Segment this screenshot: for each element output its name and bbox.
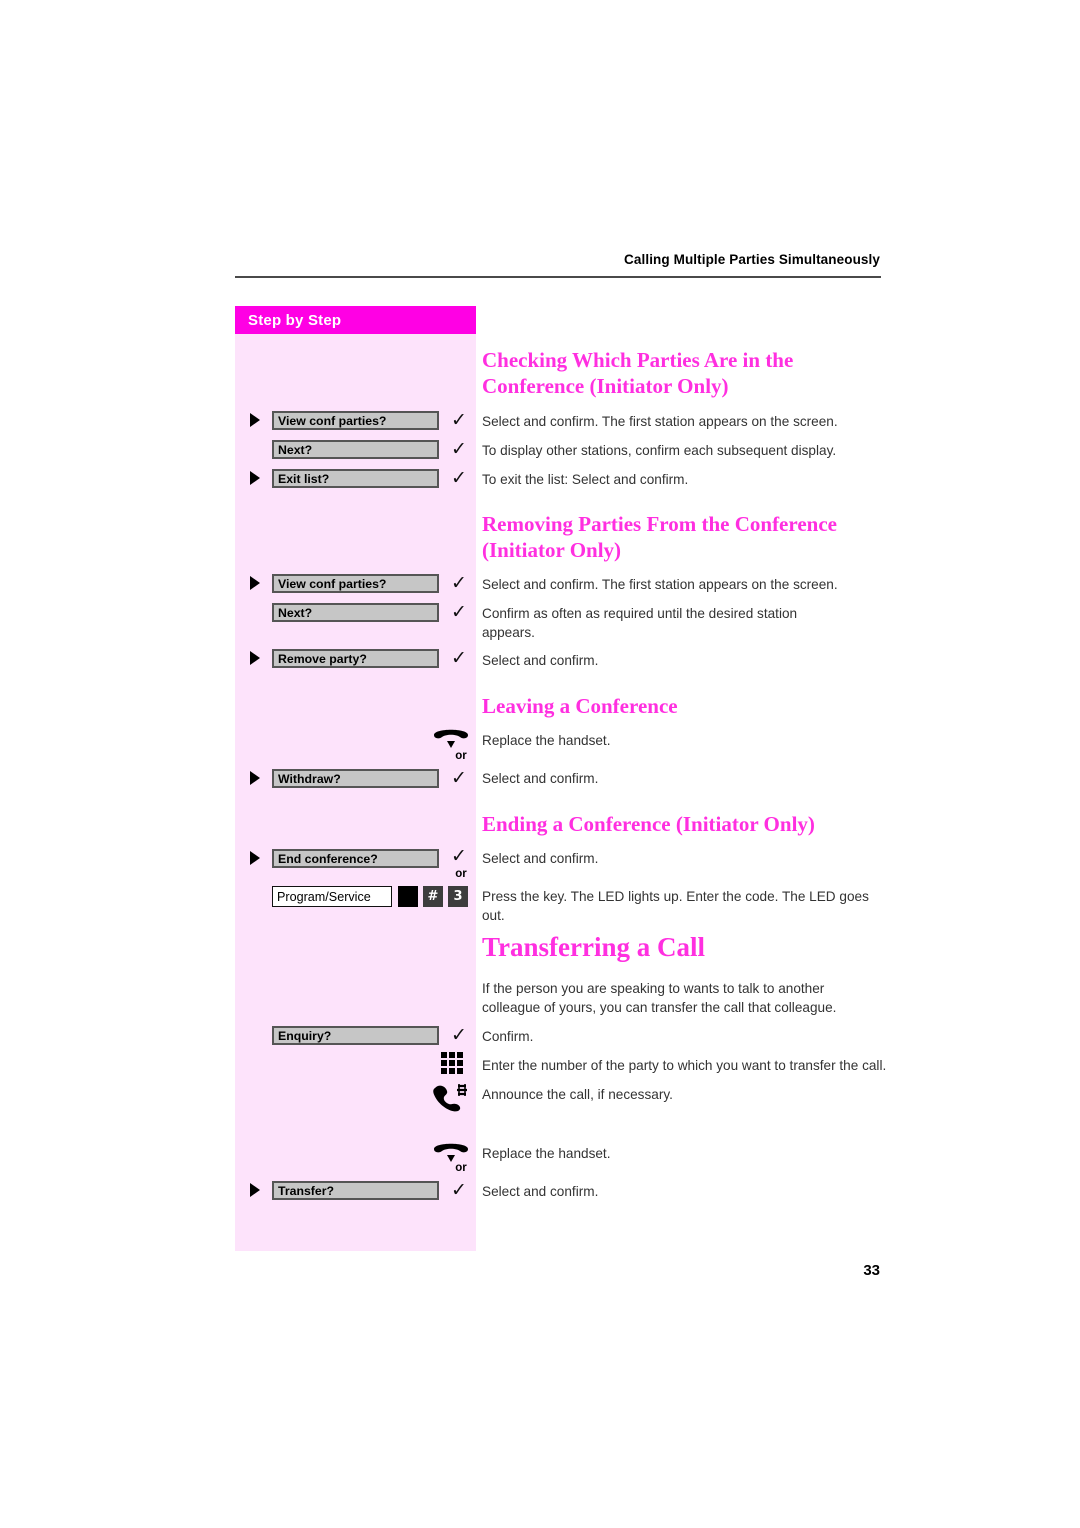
feature-key-program-service[interactable]: Program/Service (272, 886, 392, 907)
bullet-triangle-icon (250, 576, 260, 590)
step-text-checking-1: Select and confirm. The first station ap… (482, 414, 838, 429)
step-text-checking-2: To display other stations, confirm each … (482, 443, 837, 458)
bullet-triangle-icon (250, 771, 260, 785)
softkey-next-2[interactable]: Next? (272, 603, 439, 622)
step-text-checking-3: To exit the list: Select and confirm. (482, 472, 689, 487)
bullet-triangle-icon (250, 651, 260, 665)
check-icon: ✓ (451, 438, 467, 460)
step-text-transfer-1: Confirm. (482, 1029, 534, 1044)
running-head: Calling Multiple Parties Simultaneously (624, 252, 880, 267)
step-text-removing-3: Select and confirm. (482, 653, 599, 668)
step-text-leaving-1: Replace the handset. (482, 733, 611, 748)
or-separator: or (455, 750, 467, 762)
softkey-end-conference[interactable]: End conference? (272, 849, 439, 868)
led-indicator-icon (398, 886, 418, 907)
bullet-triangle-icon (250, 851, 260, 865)
handset-down-icon (430, 1140, 472, 1164)
step-text-removing-1: Select and confirm. The first station ap… (482, 577, 838, 592)
check-icon: ✓ (451, 1024, 467, 1046)
keypad-icon (441, 1052, 469, 1080)
check-icon: ✓ (451, 767, 467, 789)
step-text-transfer-5: Select and confirm. (482, 1184, 599, 1199)
check-icon: ✓ (451, 1179, 467, 1201)
softkey-enquiry[interactable]: Enquiry? (272, 1026, 439, 1045)
check-icon: ✓ (451, 572, 467, 594)
softkey-view-conf-parties-2[interactable]: View conf parties? (272, 574, 439, 593)
check-icon: ✓ (451, 647, 467, 669)
step-text-ending-1: Select and confirm. (482, 851, 599, 866)
step-text-removing-2: Confirm as often as required until the d… (482, 606, 798, 640)
bullet-triangle-icon (250, 471, 260, 485)
page-number: 33 (863, 1262, 880, 1279)
header-rule (235, 276, 881, 278)
softkey-exit-list[interactable]: Exit list? (272, 469, 439, 488)
check-icon: ✓ (451, 601, 467, 623)
or-separator: or (455, 868, 467, 880)
softkey-remove-party[interactable]: Remove party? (272, 649, 439, 668)
handset-announce-icon (432, 1082, 472, 1112)
section-heading-checking-parties: Checking Which Parties Are in the Confer… (482, 348, 794, 398)
bullet-triangle-icon (250, 413, 260, 427)
step-text-transfer-4: Replace the handset. (482, 1146, 611, 1161)
code-key-3[interactable]: 3 (448, 886, 468, 907)
softkey-withdraw[interactable]: Withdraw? (272, 769, 439, 788)
step-by-step-banner: Step by Step (235, 306, 476, 334)
code-key-hash[interactable]: # (423, 886, 443, 907)
check-icon: ✓ (451, 845, 467, 867)
step-text-transfer-3: Announce the call, if necessary. (482, 1087, 673, 1102)
manual-page: Calling Multiple Parties Simultaneously … (0, 0, 1080, 1528)
softkey-view-conf-parties[interactable]: View conf parties? (272, 411, 439, 430)
section-intro-transferring: If the person you are speaking to wants … (482, 981, 837, 1015)
check-icon: ✓ (451, 409, 467, 431)
softkey-next-1[interactable]: Next? (272, 440, 439, 459)
section-heading-removing-parties: Removing Parties From the Conference (In… (482, 512, 837, 562)
or-separator: or (455, 1162, 467, 1174)
check-icon: ✓ (451, 467, 467, 489)
section-heading-leaving-conference: Leaving a Conference (482, 694, 678, 718)
softkey-transfer[interactable]: Transfer? (272, 1181, 439, 1200)
step-text-transfer-2: Enter the number of the party to which y… (482, 1058, 887, 1073)
step-text-ending-2: Press the key. The LED lights up. Enter … (482, 889, 869, 923)
handset-down-icon (430, 726, 472, 750)
section-heading-ending-conference: Ending a Conference (Initiator Only) (482, 812, 815, 836)
step-text-leaving-2: Select and confirm. (482, 771, 599, 786)
page-title-transferring-a-call: Transferring a Call (482, 932, 705, 962)
bullet-triangle-icon (250, 1183, 260, 1197)
